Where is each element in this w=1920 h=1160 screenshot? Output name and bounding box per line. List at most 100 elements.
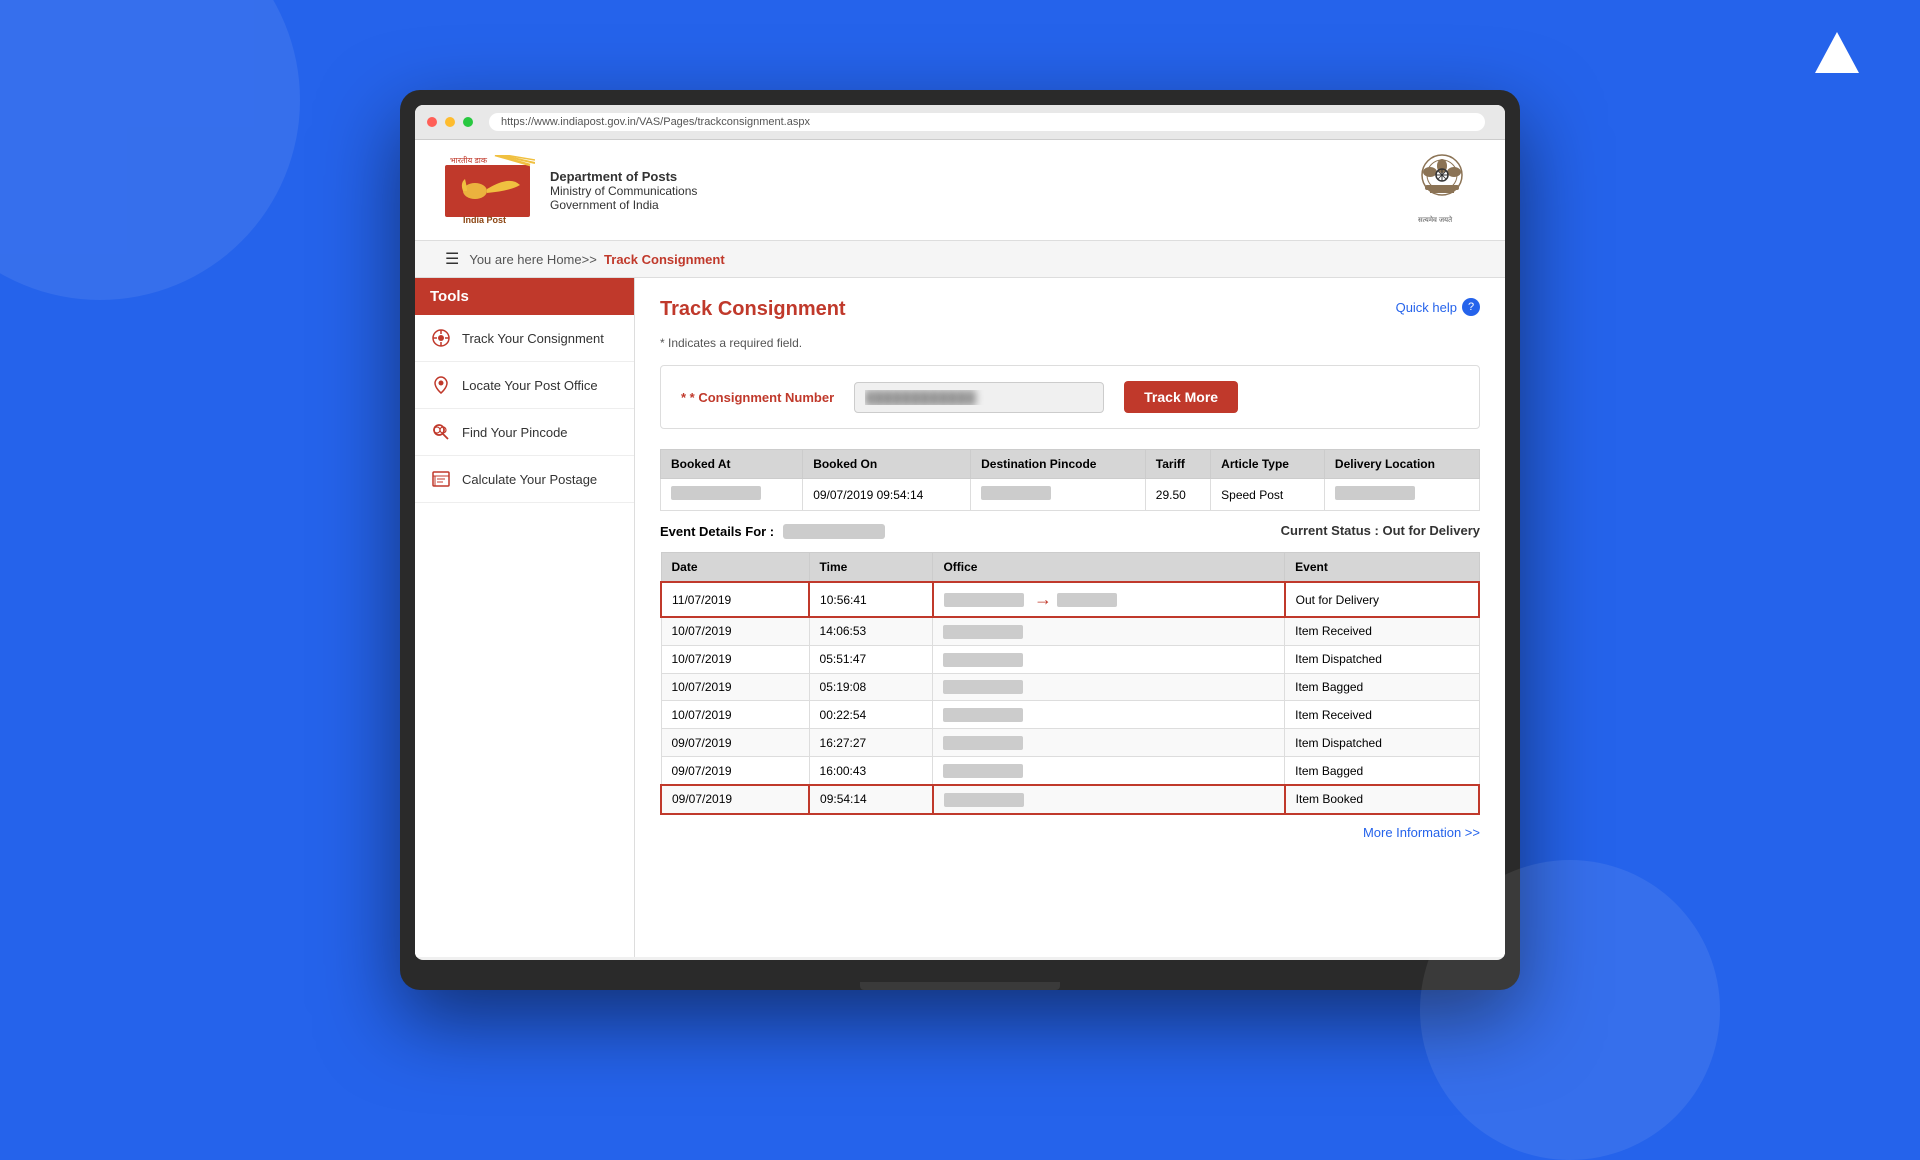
summary-table: Booked At Booked On Destination Pincode … [660,449,1480,511]
svg-text:भारतीय डाक: भारतीय डाक [450,155,488,165]
event-row-0: 11/07/201910:56:41→Out for Delivery [661,582,1479,617]
ministry-name: Ministry of Communications [550,184,697,198]
col-time: Time [809,553,933,583]
event-office-7 [933,785,1285,814]
status-label: Current Status : [1281,523,1379,538]
col-dest-pincode: Destination Pincode [971,450,1146,479]
browser-dot-close[interactable] [427,117,437,127]
website-content: भारतीय डाक India Post Department of Post… [415,140,1505,957]
event-name-2: Item Dispatched [1285,645,1479,673]
event-date-4: 10/07/2019 [661,701,809,729]
event-details-header-row: Event Details For : Current Status : Out… [660,516,1480,544]
event-name-3: Item Bagged [1285,673,1479,701]
col-delivery-loc: Delivery Location [1324,450,1479,479]
sidebar-item-locate[interactable]: Locate Your Post Office [415,362,634,409]
event-time-1: 14:06:53 [809,617,933,645]
laptop-frame: https://www.indiapost.gov.in/VAS/Pages/t… [400,90,1520,990]
status-value: Out for Delivery [1382,523,1480,538]
svg-text:सत्यमेव जयते: सत्यमेव जयते [1418,215,1453,224]
dest-pincode-cell [971,479,1146,511]
event-time-7: 09:54:14 [809,785,933,814]
col-date: Date [661,553,809,583]
event-time-6: 16:00:43 [809,757,933,785]
event-date-7: 09/07/2019 [661,785,809,814]
india-post-logo: भारतीय डाक India Post [445,155,535,225]
hamburger-icon[interactable]: ☰ [445,249,459,269]
event-office-2 [933,645,1285,673]
event-time-3: 05:19:08 [809,673,933,701]
locate-icon [430,374,452,396]
event-office-3 [933,673,1285,701]
sidebar-title: Tools [415,278,634,315]
event-office-1 [933,617,1285,645]
event-time-0: 10:56:41 [809,582,933,617]
event-office-0: → [933,582,1285,617]
event-office-4 [933,701,1285,729]
col-tariff: Tariff [1145,450,1210,479]
track-form: * * Consignment Number Track More [660,365,1480,429]
ashoka-emblem: सत्यमेव जयते [1410,150,1475,230]
page-title: Track Consignment [660,298,846,321]
required-star: * [681,390,690,405]
breadcrumb-current[interactable]: Track Consignment [604,252,725,267]
event-date-6: 09/07/2019 [661,757,809,785]
postage-icon [430,468,452,490]
address-bar[interactable]: https://www.indiapost.gov.in/VAS/Pages/t… [489,113,1485,131]
event-date-1: 10/07/2019 [661,617,809,645]
track-button[interactable]: Track More [1124,381,1238,413]
event-row-5: 09/07/201916:27:27Item Dispatched [661,729,1479,757]
delivery-loc-cell [1324,479,1479,511]
event-row-3: 10/07/201905:19:08Item Bagged [661,673,1479,701]
results-section: Booked At Booked On Destination Pincode … [660,449,1480,840]
event-name-1: Item Received [1285,617,1479,645]
event-name-7: Item Booked [1285,785,1479,814]
current-status: Current Status : Out for Delivery [1281,523,1480,538]
atlan-logo [1815,30,1860,82]
content-area: Track Consignment Quick help ? * Indicat… [635,278,1505,957]
dept-name: Department of Posts [550,169,697,184]
events-table: Date Time Office Event 11/07/201910:56:4… [660,552,1480,815]
event-row-6: 09/07/201916:00:43 Item Bagged [661,757,1479,785]
required-note: * Indicates a required field. [660,336,1480,350]
sidebar-item-track-label: Track Your Consignment [462,331,604,346]
content-header: Track Consignment Quick help ? [660,298,1480,321]
event-date-0: 11/07/2019 [661,582,809,617]
quick-help[interactable]: Quick help ? [1396,298,1480,316]
consignment-label-text: * Consignment Number [690,390,834,405]
event-name-6: Item Bagged [1285,757,1479,785]
event-row-1: 10/07/201914:06:53 Item Received [661,617,1479,645]
laptop-bottom [860,982,1060,990]
breadcrumb: You are here Home>> Track Consignment [469,252,724,267]
event-date-5: 09/07/2019 [661,729,809,757]
sidebar-item-track[interactable]: Track Your Consignment [415,315,634,362]
sidebar-item-postage-label: Calculate Your Postage [462,472,597,487]
col-booked-at: Booked At [661,450,803,479]
nav-bar: ☰ You are here Home>> Track Consignment [415,241,1505,278]
svg-text:India Post: India Post [463,215,506,225]
booked-on-cell: 09/07/2019 09:54:14 [803,479,971,511]
consignment-input[interactable] [854,382,1104,413]
browser-dot-maximize[interactable] [463,117,473,127]
browser-chrome: https://www.indiapost.gov.in/VAS/Pages/t… [415,105,1505,140]
event-name-4: Item Received [1285,701,1479,729]
site-header: भारतीय डाक India Post Department of Post… [415,140,1505,241]
sidebar-item-locate-label: Locate Your Post Office [462,378,598,393]
article-type-cell: Speed Post [1211,479,1325,511]
event-time-5: 16:27:27 [809,729,933,757]
sidebar-item-postage[interactable]: Calculate Your Postage [415,456,634,503]
tariff-cell: 29.50 [1145,479,1210,511]
event-row-2: 10/07/201905:51:47Item Dispatched [661,645,1479,673]
event-date-2: 10/07/2019 [661,645,809,673]
sidebar-item-pincode[interactable]: Find Your Pincode [415,409,634,456]
more-info-link[interactable]: More Information >> [660,825,1480,840]
logo-section: भारतीय डाक India Post Department of Post… [445,155,697,225]
laptop-screen: https://www.indiapost.gov.in/VAS/Pages/t… [415,105,1505,960]
col-article-type: Article Type [1211,450,1325,479]
browser-dot-minimize[interactable] [445,117,455,127]
summary-row: 09/07/2019 09:54:14 29.50 Speed Post [661,479,1480,511]
booked-at-cell [661,479,803,511]
col-booked-on: Booked On [803,450,971,479]
govt-name: Government of India [550,198,697,212]
event-row-7: 09/07/201909:54:14 Item Booked [661,785,1479,814]
consignment-label: * * Consignment Number [681,390,834,405]
